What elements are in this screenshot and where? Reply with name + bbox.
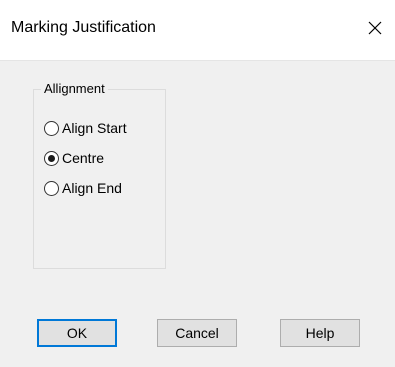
radio-centre-label[interactable]: Centre bbox=[62, 150, 104, 166]
help-button[interactable]: Help bbox=[280, 319, 360, 347]
radio-centre[interactable]: Centre bbox=[44, 148, 104, 168]
radio-align-start-label[interactable]: Align Start bbox=[62, 120, 127, 136]
ok-button[interactable]: OK bbox=[37, 319, 117, 347]
radio-align-end[interactable]: Align End bbox=[44, 178, 122, 198]
radio-align-start[interactable]: Align Start bbox=[44, 118, 127, 138]
radio-selected-dot bbox=[48, 154, 55, 162]
title-bar: Marking Justification bbox=[0, 0, 395, 61]
radio-centre-circle[interactable] bbox=[44, 150, 59, 166]
dialog-body: Allignment Align Start Centre Align End … bbox=[0, 61, 395, 367]
radio-align-end-circle[interactable] bbox=[44, 180, 59, 196]
dialog-title: Marking Justification bbox=[11, 19, 156, 36]
marking-justification-dialog: Marking Justification Allignment Align S… bbox=[0, 0, 395, 367]
radio-align-start-circle[interactable] bbox=[44, 120, 59, 136]
alignment-group: Allignment Align Start Centre Align End bbox=[33, 81, 166, 269]
close-icon bbox=[368, 21, 382, 35]
cancel-button[interactable]: Cancel bbox=[157, 319, 237, 347]
alignment-group-label: Allignment bbox=[41, 81, 108, 96]
radio-align-end-label[interactable]: Align End bbox=[62, 180, 122, 196]
close-button[interactable] bbox=[360, 14, 390, 44]
